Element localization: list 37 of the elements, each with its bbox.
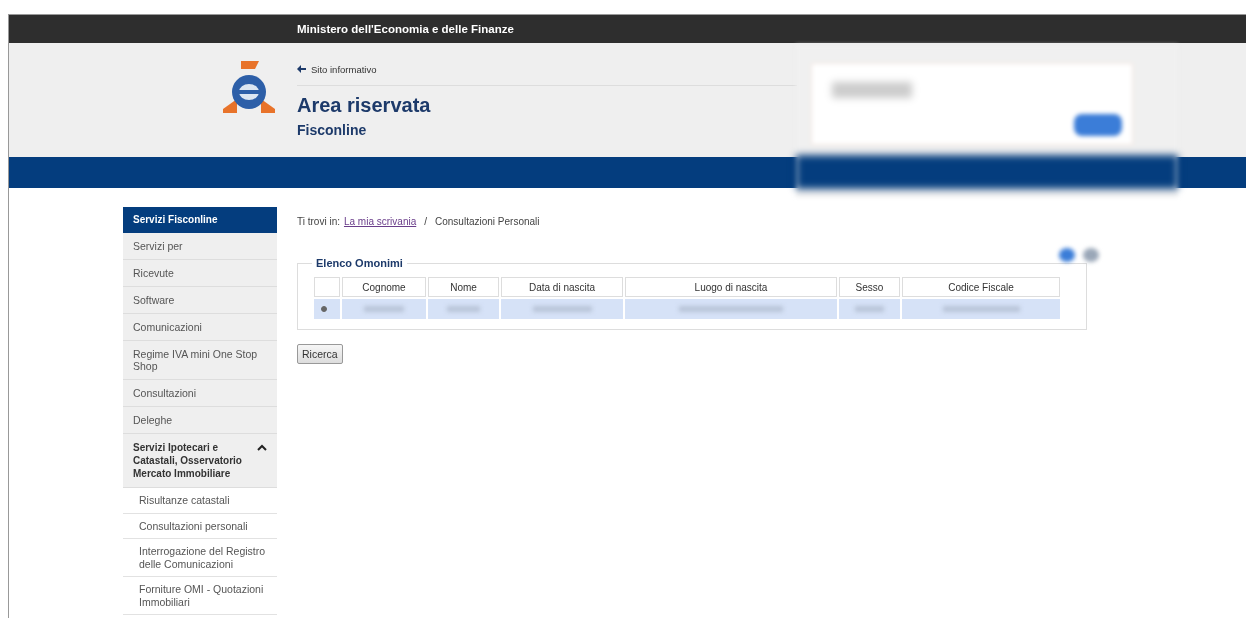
sidebar-item[interactable]: Comunicazioni (123, 314, 277, 341)
sidebar-item[interactable]: Deleghe (123, 407, 277, 434)
sidebar-item[interactable]: Software (123, 287, 277, 314)
column-header: Data di nascita (501, 277, 623, 297)
back-link[interactable]: Sito informativo (297, 63, 377, 75)
page-title: Area riservata (297, 94, 432, 117)
sidebar-subitem[interactable]: Interrogazione del Registro delle Comunicazioni (123, 539, 277, 577)
blurred-icon[interactable] (1083, 248, 1099, 262)
sidebar-subitem[interactable]: Risultanze catastali (123, 488, 277, 514)
back-arrow-icon (297, 65, 306, 73)
column-header: Nome (428, 277, 499, 297)
search-button[interactable]: Ricerca (297, 344, 343, 364)
sidebar-subitem[interactable]: Forniture OMI - Quotazioni Immobiliari (123, 577, 277, 615)
sidebar-section[interactable]: Servizi Ipotecari e Catastali, Osservatorio Mercato Immobiliare (123, 434, 277, 488)
breadcrumb-current: Consultazioni Personali (435, 216, 540, 227)
breadcrumb-separator: / (424, 216, 427, 227)
sidebar-item[interactable]: Regime IVA mini One Stop Shop (123, 341, 277, 380)
redacted-cell (532, 306, 592, 312)
section-label: Servizi Ipotecari e Catastali, Osservatorio Mercato Immobiliare (133, 441, 243, 480)
breadcrumb-label: Ti trovi in: (297, 216, 340, 227)
column-header: Luogo di nascita (625, 277, 837, 297)
redacted-cell (446, 306, 481, 312)
radio-button[interactable] (321, 306, 327, 312)
breadcrumb-link[interactable]: La mia scrivania (343, 216, 417, 227)
page-subtitle: Fisconline (297, 122, 368, 138)
sidebar-item[interactable]: Consultazioni (123, 380, 277, 407)
column-header: Cognome (342, 277, 426, 297)
ministry-title: Ministero dell'Economia e delle Finanze (297, 23, 514, 35)
sidebar-item[interactable]: Servizi per (123, 233, 277, 260)
column-header: Sesso (839, 277, 900, 297)
sidebar-item[interactable]: Ricevute (123, 260, 277, 287)
table-header-cell (314, 277, 340, 297)
results-legend: Elenco Omonimi (312, 257, 407, 269)
sidebar-heading[interactable]: Servizi Fisconline (123, 207, 277, 233)
column-header: Codice Fiscale (902, 277, 1060, 297)
blurred-icon[interactable] (1059, 248, 1075, 262)
sidebar-subitem[interactable]: Consultazioni personali (123, 513, 277, 539)
